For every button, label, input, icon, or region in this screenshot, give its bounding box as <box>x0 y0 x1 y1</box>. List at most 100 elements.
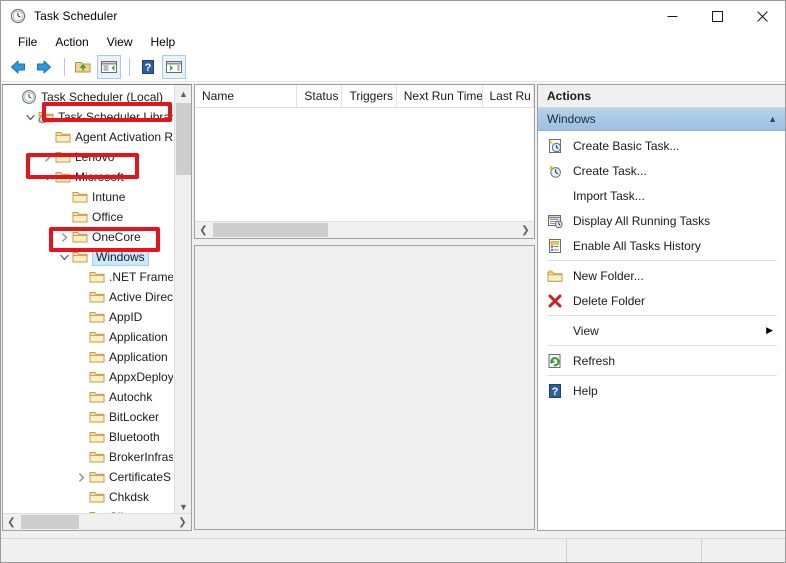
tree-item-office[interactable]: Office <box>3 207 173 227</box>
tree-item-certificates[interactable]: CertificateS <box>3 467 173 487</box>
toolbar: ? <box>1 53 785 82</box>
tree-item-appid[interactable]: AppID <box>3 307 173 327</box>
tree-item-windows[interactable]: Windows <box>3 247 173 267</box>
tree-horizontal-scrollbar[interactable]: ❮ ❯ <box>3 513 191 530</box>
tree-item-label: Active Direc <box>109 289 173 305</box>
folder-icon <box>72 249 88 265</box>
tree-item-task-scheduler-library[interactable]: Task Scheduler Library <box>3 107 173 127</box>
tree-item-label: Application <box>109 329 168 345</box>
tree-scroll-up-icon[interactable]: ▲ <box>175 85 192 102</box>
task-list-horizontal-scrollbar[interactable]: ❮ ❯ <box>195 221 534 238</box>
up-folder-icon[interactable] <box>71 55 95 79</box>
chevron-down-icon[interactable] <box>39 169 55 185</box>
svg-text:?: ? <box>552 386 559 398</box>
column-header-name[interactable]: Name <box>195 85 297 107</box>
tree-item-label: Intune <box>92 189 125 205</box>
tree-item-brokerinfras[interactable]: BrokerInfras <box>3 447 173 467</box>
folder-icon <box>89 309 105 325</box>
chevron-right-icon[interactable] <box>73 469 89 485</box>
action-item-import-task[interactable]: Import Task... <box>538 183 785 208</box>
tree-item-application[interactable]: Application <box>3 327 173 347</box>
status-bar <box>1 538 786 562</box>
menu-bar: File Action View Help <box>1 31 785 53</box>
tree-item-intune[interactable]: Intune <box>3 187 173 207</box>
actions-separator <box>547 375 777 376</box>
submenu-arrow-icon[interactable]: ▶ <box>766 325 773 336</box>
action-item-label: Display All Running Tasks <box>573 214 710 228</box>
tree-item-active-direc[interactable]: Active Direc <box>3 287 173 307</box>
column-header-next-run-time[interactable]: Next Run Time <box>397 85 483 107</box>
tree-item-net-frame[interactable]: .NET Frame <box>3 267 173 287</box>
twisty-placeholder <box>73 449 89 465</box>
main-panes: Task Scheduler (Local) Task Scheduler Lib… <box>1 83 786 538</box>
action-item-create-basic-task[interactable]: Create Basic Task... <box>538 133 785 158</box>
action-item-refresh[interactable]: Refresh <box>538 348 785 373</box>
chevron-up-icon[interactable]: ▲ <box>768 114 777 124</box>
menu-file[interactable]: File <box>9 32 46 52</box>
tree-vertical-scrollbar[interactable]: ▲ ▼ <box>174 85 191 515</box>
menu-help[interactable]: Help <box>142 32 185 52</box>
maximize-button[interactable] <box>695 1 740 31</box>
actions-group-header-windows[interactable]: Windows ▲ <box>538 108 785 131</box>
action-item-new-folder[interactable]: New Folder... <box>538 263 785 288</box>
show-hide-console-tree-icon[interactable] <box>97 55 121 79</box>
task-list-view[interactable]: Name Status TriggersNext Run TimeLast Ru ❮… <box>194 84 535 239</box>
task-list-scroll-left-icon[interactable]: ❮ <box>195 222 212 238</box>
tree-item-label: Task Scheduler Library <box>58 109 173 125</box>
twisty-placeholder <box>5 89 21 105</box>
task-list-scroll-right-icon[interactable]: ❯ <box>517 222 534 238</box>
tree-item-microsoft[interactable]: Microsoft <box>3 167 173 187</box>
actions-separator <box>547 345 777 346</box>
tree-horizontal-scroll-thumb[interactable] <box>21 515 79 529</box>
actions-pane: Actions Windows ▲ Create Basic Task...Cr… <box>537 84 786 531</box>
action-item-help[interactable]: ?Help <box>538 378 785 403</box>
column-header-label: Status <box>304 89 338 103</box>
tree-scroll-left-icon[interactable]: ❮ <box>3 514 20 530</box>
folder-icon <box>89 269 105 285</box>
svg-text:?: ? <box>145 62 152 74</box>
help-icon[interactable]: ? <box>136 55 160 79</box>
forward-arrow-icon[interactable] <box>32 55 56 79</box>
folder-clock-icon <box>38 109 54 125</box>
help-icon: ? <box>547 383 563 399</box>
action-item-delete-folder[interactable]: Delete Folder <box>538 288 785 313</box>
tree-item-agent-activation-r[interactable]: Agent Activation R <box>3 127 173 147</box>
tree-item-application[interactable]: Application <box>3 347 173 367</box>
tree-item-bluetooth[interactable]: Bluetooth <box>3 427 173 447</box>
action-item-view[interactable]: View ▶ <box>538 318 785 343</box>
menu-view[interactable]: View <box>98 32 142 52</box>
chevron-down-icon[interactable] <box>56 249 72 265</box>
close-button[interactable] <box>740 1 785 31</box>
action-item-create-task[interactable]: Create Task... <box>538 158 785 183</box>
chevron-down-icon[interactable] <box>22 109 38 125</box>
tree-vertical-scroll-thumb[interactable] <box>176 103 191 175</box>
tree-item-lenovo[interactable]: Lenovo <box>3 147 173 167</box>
tree-item-label: Lenovo <box>75 149 114 165</box>
tree-item-label: Application <box>109 349 168 365</box>
tree-item-onecore[interactable]: OneCore <box>3 227 173 247</box>
column-header-last-ru[interactable]: Last Ru <box>483 85 535 107</box>
back-arrow-icon[interactable] <box>6 55 30 79</box>
window-controls <box>650 1 785 31</box>
chevron-right-icon[interactable] <box>39 149 55 165</box>
show-hide-action-pane-icon[interactable] <box>162 55 186 79</box>
tree-item-autochk[interactable]: Autochk <box>3 387 173 407</box>
menu-action[interactable]: Action <box>46 32 97 52</box>
action-item-display-all-running-tasks[interactable]: Display All Running Tasks <box>538 208 785 233</box>
minimize-button[interactable] <box>650 1 695 31</box>
action-item-enable-all-tasks-history[interactable]: Enable All Tasks History <box>538 233 785 258</box>
action-item-label: Delete Folder <box>573 294 645 308</box>
chevron-right-icon[interactable] <box>56 229 72 245</box>
column-header-triggers[interactable]: Triggers <box>342 85 396 107</box>
task-list-scroll-thumb[interactable] <box>213 223 328 237</box>
actions-pane-title: Actions <box>538 85 785 108</box>
tree-item-task-scheduler-local[interactable]: Task Scheduler (Local) <box>3 87 173 107</box>
tree-item-bitlocker[interactable]: BitLocker <box>3 407 173 427</box>
tree-item-chkdsk[interactable]: Chkdsk <box>3 487 173 507</box>
tree-item-appxdeploy[interactable]: AppxDeploy <box>3 367 173 387</box>
tree-scroll-right-icon[interactable]: ❯ <box>174 514 191 530</box>
action-item-label: View <box>573 324 599 338</box>
twisty-placeholder <box>73 489 89 505</box>
column-header-status[interactable]: Status <box>297 85 342 107</box>
tree-list: Task Scheduler (Local) Task Scheduler Lib… <box>3 85 173 515</box>
